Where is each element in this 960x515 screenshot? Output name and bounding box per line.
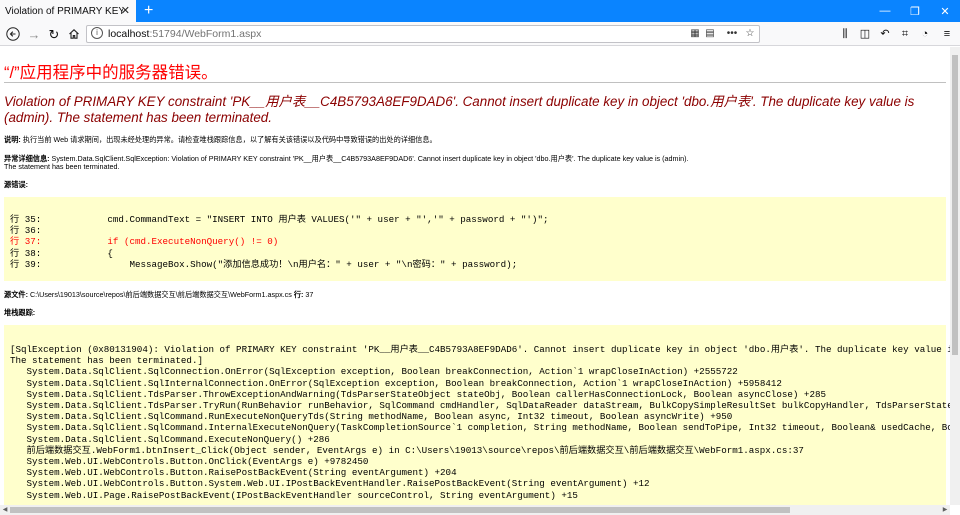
screenshot-icon[interactable]: ⌗ [896,25,914,43]
scroll-right-icon[interactable]: ▶ [940,505,950,515]
source-line: 行 39: MessageBox.Show("添加信息成功！\n用户名：" + … [10,258,518,270]
sidebar-icon[interactable]: ◫ [856,25,874,43]
stack-line: System.Web.UI.WebControls.Button.OnClick… [10,456,369,468]
description: 说明: 执行当前 Web 请求期间，出现未经处理的异常。请检查堆栈跟踪信息，以了… [4,135,437,144]
stack-line: 前后端数据交互.WebForm1.btnInsert_Click(Object … [10,444,804,456]
minimize-icon[interactable]: — [870,0,900,22]
nav-bar: → ↻ i localhost:51794/WebForm1.aspx ▦ ▤ … [0,22,960,46]
stack-line: The statement has been terminated.] [10,355,203,367]
horizontal-scroll-thumb[interactable] [10,507,790,513]
tab-title: Violation of PRIMARY KEY constr [5,5,123,17]
stack-trace-label: 堆栈跟踪: [4,308,36,317]
home-icon[interactable] [64,24,84,44]
stack-line: System.Data.SqlClient.TdsParser.ThrowExc… [10,388,826,400]
info-icon[interactable]: i [91,27,103,39]
close-window-icon[interactable]: ✕ [930,0,960,22]
undo-icon[interactable]: ↶ [876,25,894,43]
vertical-scrollbar[interactable] [950,47,960,505]
stack-line: [SqlException (0x80131904): Violation of… [10,344,960,355]
source-file: 源文件: C:\Users\19013\source\repos\前后端数据交互… [4,290,314,299]
plus-icon[interactable]: + [144,1,153,21]
chat-icon[interactable]: ◔ [916,25,934,43]
source-code-box: 行 35: cmd.CommandText = "INSERT INTO 用户表… [4,197,946,281]
stack-line: System.Data.SqlClient.SqlCommand.RunExec… [10,411,733,423]
stack-line: System.Data.SqlClient.SqlCommand.Execute… [10,433,330,445]
source-line: 行 38: { [10,247,113,259]
more-icon[interactable]: ••• [725,27,739,41]
scroll-left-icon[interactable]: ◀ [0,505,10,515]
stack-line: System.Web.UI.Page.RaisePostBackEvent(IP… [10,489,578,501]
qr-icon[interactable]: ▦ [688,27,702,41]
restore-icon[interactable]: ❐ [900,0,930,22]
stack-trace: [SqlException (0x80131904): Violation of… [10,344,960,501]
arrow-left-icon[interactable] [3,24,23,44]
stack-trace-box: [SqlException (0x80131904): Violation of… [4,325,960,515]
tab-active[interactable]: Violation of PRIMARY KEY constr ✕ [0,0,136,22]
divider [4,82,946,83]
error-heading: Violation of PRIMARY KEY constraint 'PK_… [4,94,915,125]
source-line: 行 36: [10,225,42,237]
reload-icon[interactable]: ↻ [44,24,64,44]
stack-line: System.Data.SqlClient.SqlInternalConnect… [10,377,782,389]
exception-details-line2: The statement has been terminated. [4,162,120,171]
stack-line: System.Data.SqlClient.SqlCommand.Interna… [10,422,960,434]
url-bar[interactable]: i localhost:51794/WebForm1.aspx ▦ ▤ ••• … [86,25,760,43]
reader-icon[interactable]: ▤ [703,27,717,41]
stack-line: System.Web.UI.WebControls.Button.System.… [10,478,650,490]
close-icon[interactable]: ✕ [121,4,130,18]
source-error-label: 源错误: [4,180,28,189]
url-text: localhost:51794/WebForm1.aspx [108,28,262,40]
stack-line: System.Data.SqlClient.TdsParser.TryRun(R… [10,400,960,412]
page-content: “/”应用程序中的服务器错误。 Violation of PRIMARY KEY… [0,47,960,515]
horizontal-scrollbar[interactable]: ◀ ▶ [0,505,950,515]
tab-bar: Violation of PRIMARY KEY constr ✕ + — ❐ … [0,0,960,22]
source-line-error: 行 37: if (cmd.ExecuteNonQuery() != 0) [10,236,279,248]
star-icon[interactable]: ☆ [743,27,757,41]
stack-line: System.Data.SqlClient.SqlConnection.OnEr… [10,366,738,378]
page-title: “/”应用程序中的服务器错误。 [4,64,218,82]
source-code: 行 35: cmd.CommandText = "INSERT INTO 用户表… [10,214,548,270]
arrow-right-icon[interactable]: → [24,24,44,44]
library-icon[interactable]: ⫼ [836,25,854,43]
menu-icon[interactable]: ≡ [938,25,956,43]
stack-line: System.Web.UI.WebControls.Button.RaisePo… [10,467,457,479]
vertical-scroll-thumb[interactable] [952,55,958,355]
source-line: 行 35: cmd.CommandText = "INSERT INTO 用户表… [10,214,549,225]
